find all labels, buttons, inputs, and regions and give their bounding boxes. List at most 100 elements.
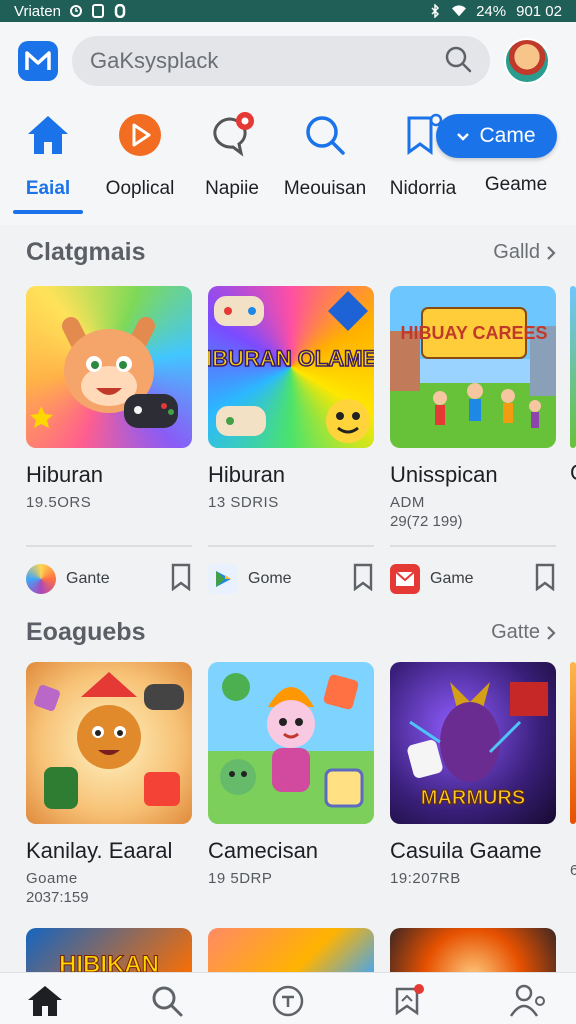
app-title: Hiburan [208, 462, 286, 487]
warrior-artwork: MARMURS [407, 682, 548, 810]
bottom-navigation [0, 972, 576, 1024]
app-title: Kanilay. Eaaral [26, 838, 173, 863]
app-card[interactable]: HIBUAY CAREES Unisspican ADM 29(72 199) [390, 286, 556, 530]
chevron-right-icon [547, 625, 556, 640]
app-subtitle-peek: 6 [570, 862, 576, 879]
home-icon[interactable] [25, 981, 65, 1021]
app-subtitle: 19 5DRP [208, 870, 273, 887]
cartoon-kid-artwork [220, 673, 364, 808]
active-tab-indicator [13, 210, 83, 214]
app-title: Unisspican [390, 462, 498, 487]
app-thumbnail[interactable] [208, 662, 374, 824]
mail-icon [390, 564, 420, 594]
category-chat[interactable]: Napiie [192, 110, 272, 200]
app-subtitle: 19:207RB [390, 870, 461, 887]
category-home[interactable]: Eaial [8, 110, 88, 200]
app-meta-row: Game [390, 545, 556, 611]
category-games[interactable]: Geame [476, 174, 556, 196]
play-store-icon [208, 564, 238, 594]
artwork-title: HIBUAY CAREES [400, 323, 547, 343]
search-icon[interactable] [147, 981, 187, 1021]
app-subtitle: ADM [390, 494, 425, 511]
top-bar [0, 22, 576, 100]
search-icon[interactable] [444, 45, 472, 78]
game-category-icon [26, 564, 56, 594]
app-thumbnail-peek[interactable] [570, 662, 576, 824]
app-title-peek: G [570, 460, 576, 486]
bookmark-icon[interactable] [352, 563, 374, 596]
chevron-down-icon [457, 124, 470, 148]
app-thumbnail[interactable]: MARMURS [390, 662, 556, 824]
phone-icon [91, 4, 105, 18]
chat-notification-icon [207, 110, 257, 160]
battery-label: 24% [476, 2, 507, 20]
bookmark-icon[interactable] [170, 563, 192, 596]
category-apps[interactable]: Ooplical [100, 110, 180, 200]
wifi-icon [452, 4, 467, 18]
app-subtitle: 13 SDRIS [208, 494, 279, 511]
artwork-title: MARMURS [421, 787, 525, 809]
play-store-icon [115, 110, 165, 160]
avatar[interactable] [504, 38, 550, 84]
controllers-artwork: HIBURAN OLAMES [208, 291, 374, 443]
app-thumbnail[interactable] [26, 662, 192, 824]
category-label: Gome [248, 570, 292, 587]
see-more-link[interactable]: Galld [493, 241, 556, 264]
cartoon-bear-artwork [34, 672, 184, 809]
category-label: Game [430, 570, 474, 587]
app-title: Casuila Gaame [390, 838, 542, 863]
app-title: Hiburan [26, 462, 104, 487]
cartoon-fox-image [30, 317, 178, 428]
see-more-label: Gatte [491, 621, 540, 643]
app-thumbnail[interactable] [390, 928, 556, 978]
chevron-right-icon [547, 245, 556, 260]
app-title: Camecisan [208, 838, 319, 863]
app-card[interactable]: Hiburan 19.5ORS [26, 286, 192, 511]
notification-dot-icon [113, 4, 127, 18]
games-icon[interactable] [268, 981, 308, 1021]
clock: 901 02 [516, 2, 562, 20]
search-bar[interactable] [72, 36, 490, 86]
app-card[interactable]: HIBURAN OLAMES Hiburan 13 SDRIS [208, 286, 374, 511]
see-more-link[interactable]: Gatte [491, 621, 556, 644]
app-logo-icon[interactable] [18, 41, 58, 81]
app-thumbnail[interactable]: HIBUAY CAREES [390, 286, 556, 448]
app-subtitle: Goame [26, 870, 78, 887]
sync-icon [69, 4, 83, 18]
bookmark-icon[interactable] [534, 563, 556, 596]
app-meta-row: Gome [208, 545, 374, 611]
app-thumbnail-peek[interactable] [570, 286, 576, 448]
game-button-label: Came [479, 124, 536, 147]
app-thumbnail[interactable]: HIBIKAN [26, 928, 192, 979]
category-label: Eaial [25, 178, 71, 199]
app-meta-row: Gante [26, 545, 192, 611]
search-icon [300, 110, 350, 160]
see-more-label: Galld [493, 241, 540, 263]
app-subtitle-2: 29(72 199) [390, 513, 463, 530]
category-label: Ooplical [105, 178, 175, 199]
section-title: Clatgmais [26, 238, 146, 266]
notifications-icon[interactable] [389, 981, 429, 1021]
app-card[interactable]: Camecisan 19 5DRP [208, 662, 374, 887]
category-label: Meouisan [283, 178, 367, 199]
app-card[interactable]: MARMURS Casuila Gaame 19:207RB [390, 662, 556, 887]
app-subtitle-2: 2037:159 [26, 889, 89, 906]
section-header: Clatgmais Galld [26, 238, 556, 267]
profile-icon[interactable] [508, 981, 548, 1021]
section-title: Eoaguebs [26, 618, 146, 646]
artwork-banner: HIBIKAN [59, 951, 160, 979]
carrier-label: Vriaten [14, 2, 61, 20]
app-thumbnail[interactable] [26, 286, 192, 448]
app-thumbnail[interactable] [208, 928, 374, 978]
search-input[interactable] [90, 48, 430, 74]
app-thumbnail[interactable]: HIBURAN OLAMES [208, 286, 374, 448]
app-subtitle: 19.5ORS [26, 494, 92, 511]
category-label: Nidorria [389, 178, 457, 199]
bluetooth-icon [428, 4, 442, 18]
game-button[interactable]: Came [436, 114, 557, 158]
app-card[interactable]: Kanilay. Eaaral Goame 2037:159 [26, 662, 192, 906]
kids-playing-artwork: HIBUAY CAREES [390, 307, 556, 428]
artwork-title: HIBURAN OLAMES [208, 346, 374, 371]
category-search[interactable]: Meouisan [283, 110, 367, 200]
category-label: Gante [66, 570, 110, 587]
